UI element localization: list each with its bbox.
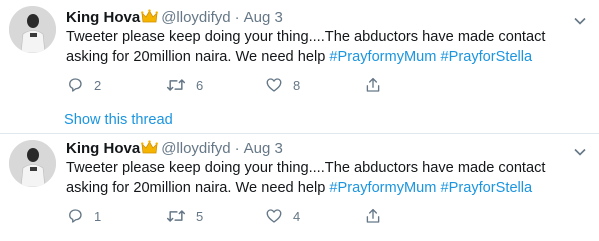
retweet-button[interactable]: 6 xyxy=(166,75,203,95)
hashtag-link[interactable]: #PrayforStella xyxy=(441,49,533,65)
crown-icon xyxy=(141,9,159,30)
reply-count: 1 xyxy=(94,208,102,224)
share-icon xyxy=(366,77,380,92)
tweet[interactable]: King Hova @lloydifyd · Aug 3 Tweeter please… xyxy=(0,0,599,134)
crown-icon xyxy=(141,140,159,161)
avatar-person-icon xyxy=(9,6,56,53)
like-button[interactable]: 4 xyxy=(265,206,300,226)
reply-count: 2 xyxy=(94,77,102,93)
like-count: 8 xyxy=(293,77,301,93)
tweet-header: King Hova @lloydifyd · Aug 3 xyxy=(66,139,283,159)
tweet-header: King Hova @lloydifyd · Aug 3 xyxy=(66,8,283,28)
share-button[interactable] xyxy=(364,75,382,95)
author-name[interactable]: King Hova xyxy=(66,9,140,26)
reply-icon xyxy=(69,78,82,92)
avatar-person-icon xyxy=(9,140,56,187)
reply-button[interactable]: 2 xyxy=(66,75,101,95)
reply-icon xyxy=(69,209,82,223)
tweet-actions: 2 6 8 xyxy=(66,75,466,95)
avatar[interactable] xyxy=(9,140,56,187)
reply-button[interactable]: 1 xyxy=(66,206,101,226)
tweet-date[interactable]: Aug 3 xyxy=(244,140,283,157)
author-handle[interactable]: @lloydifyd xyxy=(161,9,230,26)
separator: · xyxy=(234,140,240,157)
author-handle[interactable]: @lloydifyd xyxy=(161,140,230,157)
retweet-icon xyxy=(166,79,186,91)
share-icon xyxy=(366,208,380,223)
heart-icon xyxy=(266,78,282,92)
hashtag-link[interactable]: #PrayformyMum xyxy=(329,180,436,196)
retweet-button[interactable]: 5 xyxy=(166,206,203,226)
separator: · xyxy=(234,9,240,26)
tweet[interactable]: King Hova @lloydifyd · Aug 3 Tweeter please… xyxy=(0,134,599,241)
heart-icon xyxy=(266,209,282,223)
like-button[interactable]: 8 xyxy=(265,75,300,95)
author-name[interactable]: King Hova xyxy=(66,140,140,157)
tweet-actions: 1 5 4 xyxy=(66,206,466,226)
tweet-text: Tweeter please keep doing your thing....… xyxy=(66,28,591,67)
retweet-icon xyxy=(166,210,186,222)
like-count: 4 xyxy=(293,208,301,224)
show-thread-link[interactable]: Show this thread xyxy=(64,110,173,130)
tweet-date[interactable]: Aug 3 xyxy=(244,9,283,26)
hashtag-link[interactable]: #PrayforStella xyxy=(441,180,533,196)
tweet-text: Tweeter please keep doing your thing....… xyxy=(66,159,591,198)
avatar[interactable] xyxy=(9,6,56,53)
retweet-count: 5 xyxy=(196,208,204,224)
hashtag-link[interactable]: #PrayformyMum xyxy=(329,49,436,65)
retweet-count: 6 xyxy=(196,77,204,93)
share-button[interactable] xyxy=(364,206,382,226)
